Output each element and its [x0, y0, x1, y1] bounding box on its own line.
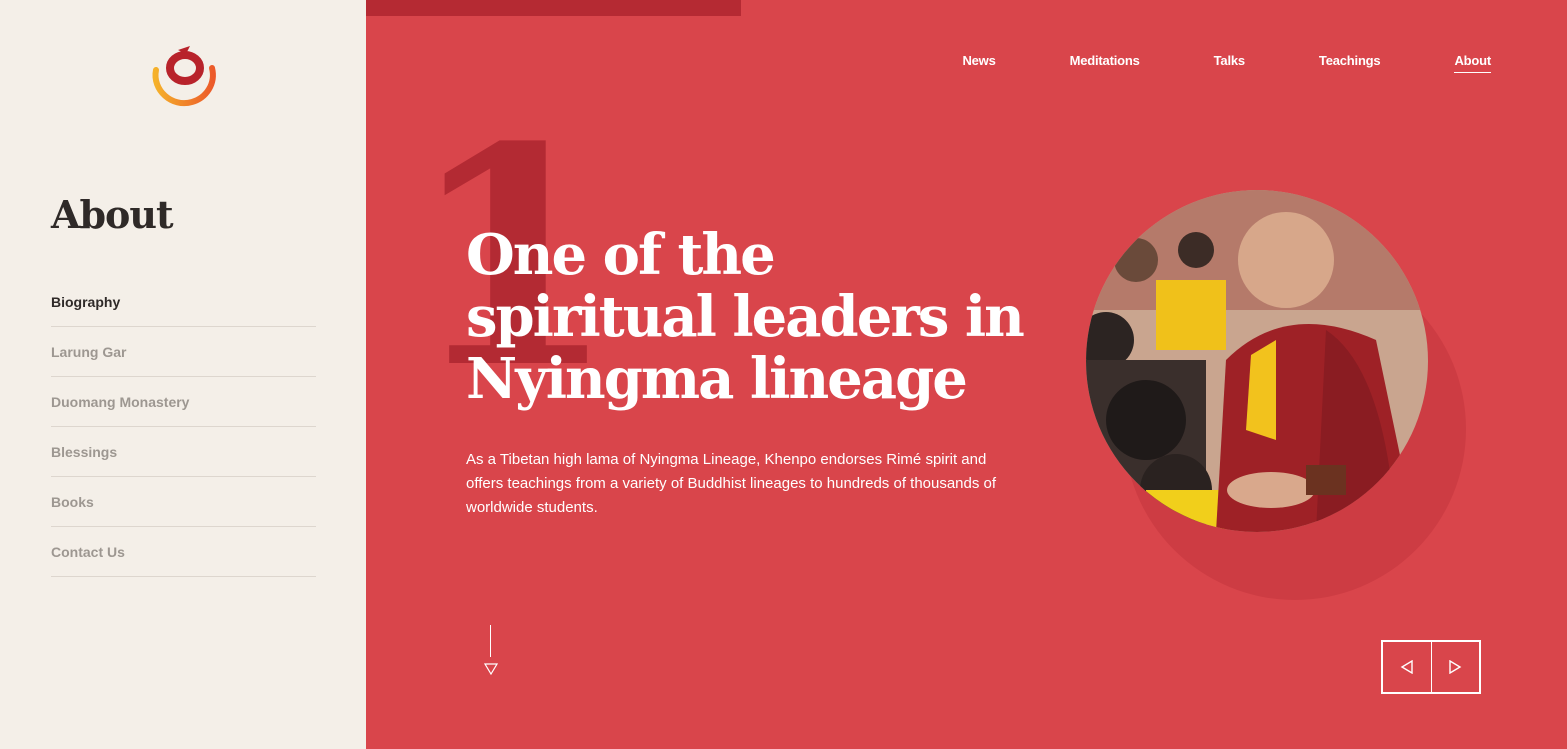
sub-nav-item-larung-gar[interactable]: Larung Gar [51, 327, 316, 377]
nav-teachings[interactable]: Teachings [1319, 53, 1381, 73]
nav-news[interactable]: News [962, 53, 995, 73]
sub-nav-item-books[interactable]: Books [51, 477, 316, 527]
sub-nav-item-duomang-monastery[interactable]: Duomang Monastery [51, 377, 316, 427]
nav-about[interactable]: About [1454, 53, 1491, 73]
scroll-indicator-line [490, 625, 491, 657]
sidebar: About Biography Larung Gar Duomang Monas… [0, 0, 366, 749]
hero: News Meditations Talks Teachings About 1… [366, 0, 1567, 749]
scroll-down-icon[interactable] [483, 662, 499, 680]
hero-top-accent [366, 0, 741, 16]
next-arrow-icon[interactable] [1430, 642, 1480, 692]
sub-nav-item-biography[interactable]: Biography [51, 277, 316, 327]
hero-headline: One of the spiritual leaders in Nyingma … [466, 222, 1025, 412]
prev-arrow-icon[interactable] [1383, 642, 1431, 692]
nav-talks[interactable]: Talks [1214, 53, 1245, 73]
main-nav: News Meditations Talks Teachings About [888, 53, 1491, 73]
nav-meditations[interactable]: Meditations [1070, 53, 1140, 73]
hero-body: As a Tibetan high lama of Nyingma Lineag… [466, 451, 997, 516]
slider-controls [1381, 640, 1481, 694]
logo-icon[interactable] [150, 44, 220, 110]
sub-nav: Biography Larung Gar Duomang Monastery B… [51, 277, 316, 577]
sub-nav-item-contact-us[interactable]: Contact Us [51, 527, 316, 577]
sub-nav-item-blessings[interactable]: Blessings [51, 427, 316, 477]
hero-photo [1086, 190, 1428, 532]
sidebar-title: About [51, 192, 174, 237]
